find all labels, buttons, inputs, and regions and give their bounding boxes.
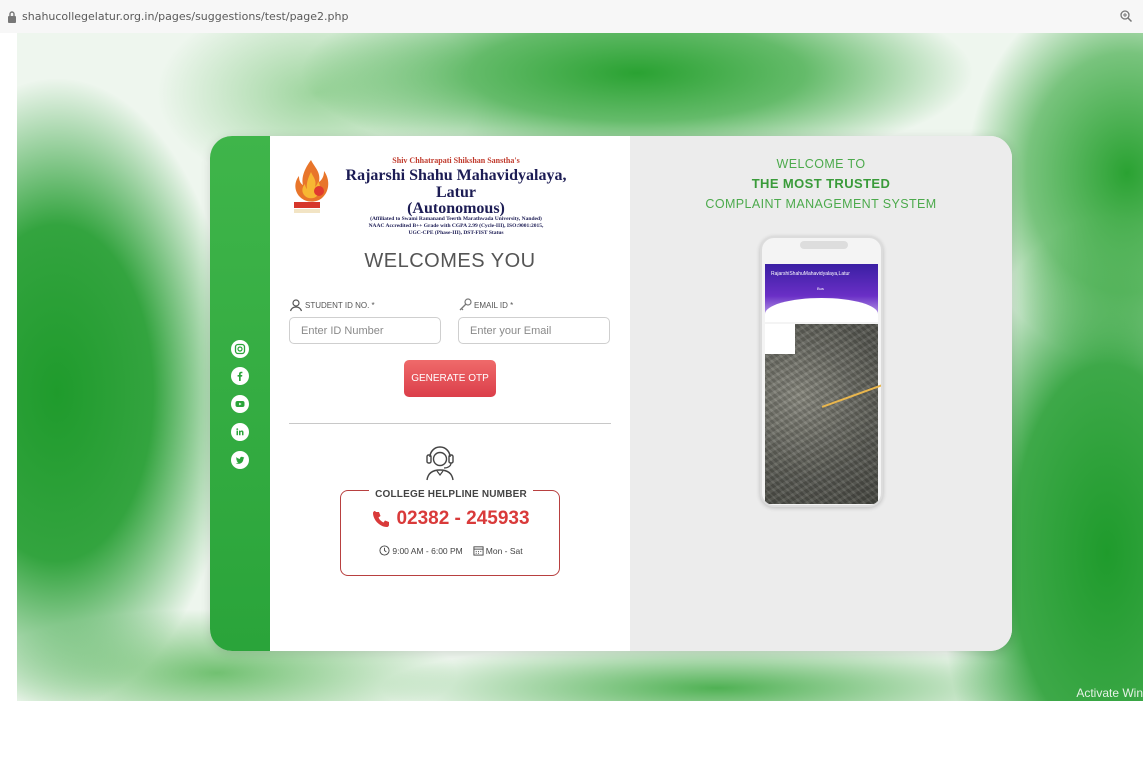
college-autonomous: (Autonomous) xyxy=(407,200,505,217)
college-status: UGC-CPE (Phase-III), DST-FIST Status xyxy=(408,230,504,236)
sanstha-name: Shiv Chhatrapati Shikshan Sanstha's xyxy=(392,156,520,165)
social-sidebar xyxy=(210,136,270,651)
email-input[interactable] xyxy=(458,317,610,344)
helpline-number[interactable]: 02382 - 245933 xyxy=(396,508,529,530)
college-accreditation: NAAC Accredited B++ Grade with CGPA 2.99… xyxy=(368,223,544,229)
helpline-time: 9:00 AM - 6:00 PM xyxy=(392,545,463,556)
helpline-phone[interactable]: 02382 - 245933 xyxy=(341,508,561,530)
student-id-input[interactable] xyxy=(289,317,441,344)
email-label-text: EMAIL ID * xyxy=(474,300,514,310)
login-form-panel: Shiv Chhatrapati Shikshan Sanstha's Raja… xyxy=(270,136,630,651)
promo-panel: WELCOME TO THE MOST TRUSTED COMPLAINT MA… xyxy=(630,136,1012,651)
activate-windows-watermark: Activate Win xyxy=(1076,686,1143,700)
browser-address-bar[interactable]: shahucollegelatur.org.in/pages/suggestio… xyxy=(0,0,1143,33)
phone-mockup: RajarshiShahuMahavidyalaya,Latur Bus xyxy=(760,236,883,507)
helpline-title: COLLEGE HELPLINE NUMBER xyxy=(369,489,533,500)
college-header: Shiv Chhatrapati Shikshan Sanstha's Raja… xyxy=(336,156,576,237)
twitter-icon[interactable] xyxy=(231,451,249,469)
welcome-heading: WELCOMES YOU xyxy=(364,250,536,272)
college-name: Rajarshi Shahu Mahavidyalaya, Latur xyxy=(345,167,567,201)
promo-line-3: COMPLAINT MANAGEMENT SYSTEM xyxy=(705,197,937,211)
clock-icon xyxy=(379,545,390,556)
helpline-hours: 9:00 AM - 6:00 PM Mon - Sat xyxy=(341,545,561,556)
helpline-days: Mon - Sat xyxy=(485,545,523,556)
map-info-card xyxy=(765,324,795,354)
section-divider xyxy=(289,423,611,424)
phone-icon xyxy=(373,511,390,527)
student-id-label-text: STUDENT ID NO. * xyxy=(305,300,375,310)
user-icon xyxy=(289,299,303,312)
generate-otp-button[interactable]: GENERATE OTP xyxy=(404,360,496,397)
lock-icon xyxy=(8,10,16,23)
phone-header-wave xyxy=(765,298,878,322)
login-card: Shiv Chhatrapati Shikshan Sanstha's Raja… xyxy=(210,136,1012,651)
facebook-icon[interactable] xyxy=(231,367,249,385)
phone-notch xyxy=(800,241,848,249)
zoom-icon[interactable] xyxy=(1119,9,1133,23)
helpline-box: COLLEGE HELPLINE NUMBER 02382 - 245933 9… xyxy=(340,489,561,576)
promo-line-1: WELCOME TO xyxy=(776,157,866,171)
phone-header-title: RajarshiShahuMahavidyalaya,Latur xyxy=(771,271,850,277)
email-label: EMAIL ID * xyxy=(458,298,513,312)
student-id-label: STUDENT ID NO. * xyxy=(289,298,375,312)
phone-header-sub: Bus xyxy=(817,286,824,291)
key-icon xyxy=(459,298,472,311)
headset-support-icon xyxy=(426,446,454,481)
url-text[interactable]: shahucollegelatur.org.in/pages/suggestio… xyxy=(22,10,348,23)
map-road xyxy=(821,382,881,408)
instagram-icon[interactable] xyxy=(231,340,249,358)
promo-line-2: THE MOST TRUSTED xyxy=(751,176,891,191)
college-logo xyxy=(294,160,329,213)
phone-screen-header: RajarshiShahuMahavidyalaya,Latur Bus xyxy=(765,264,878,322)
college-affiliation: (Affiliated to Swami Ramanand Teerth Mar… xyxy=(370,216,542,222)
linkedin-icon[interactable] xyxy=(231,423,249,441)
phone-map-view xyxy=(765,324,881,504)
promo-tagline: WELCOME TO THE MOST TRUSTED COMPLAINT MA… xyxy=(630,154,1012,214)
calendar-icon xyxy=(473,546,484,556)
youtube-icon[interactable] xyxy=(231,395,249,413)
